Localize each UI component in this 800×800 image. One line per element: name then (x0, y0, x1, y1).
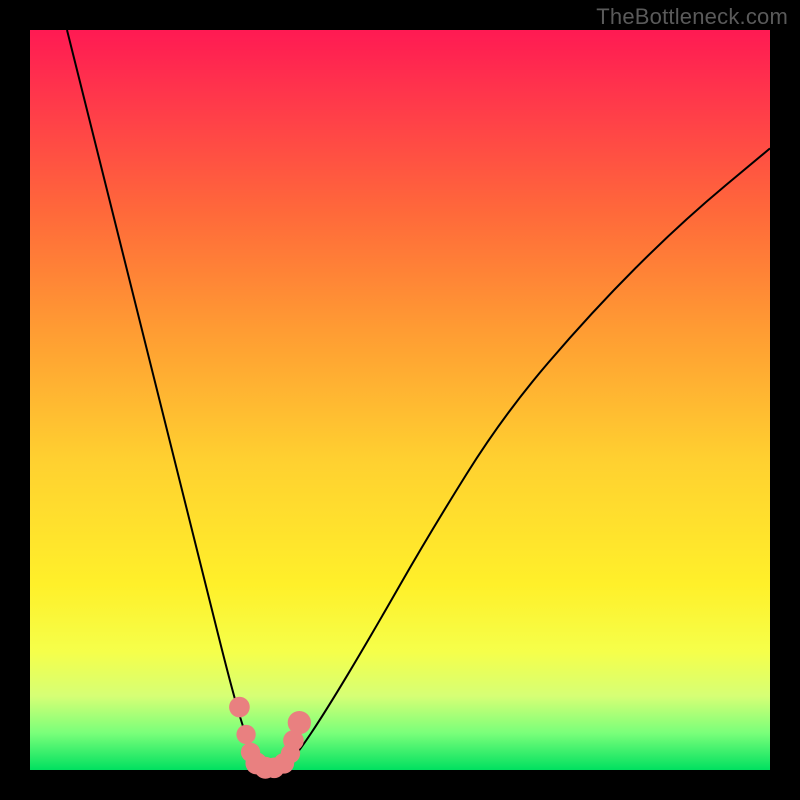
watermark-text: TheBottleneck.com (596, 4, 788, 30)
curve-layer (30, 30, 770, 770)
data-marker (229, 697, 250, 718)
curve-right-branch (282, 148, 770, 770)
chart-frame: TheBottleneck.com (0, 0, 800, 800)
data-markers (229, 697, 311, 779)
data-marker (288, 711, 311, 734)
data-marker (236, 725, 255, 744)
plot-area (30, 30, 770, 770)
curve-left-branch (67, 30, 263, 770)
